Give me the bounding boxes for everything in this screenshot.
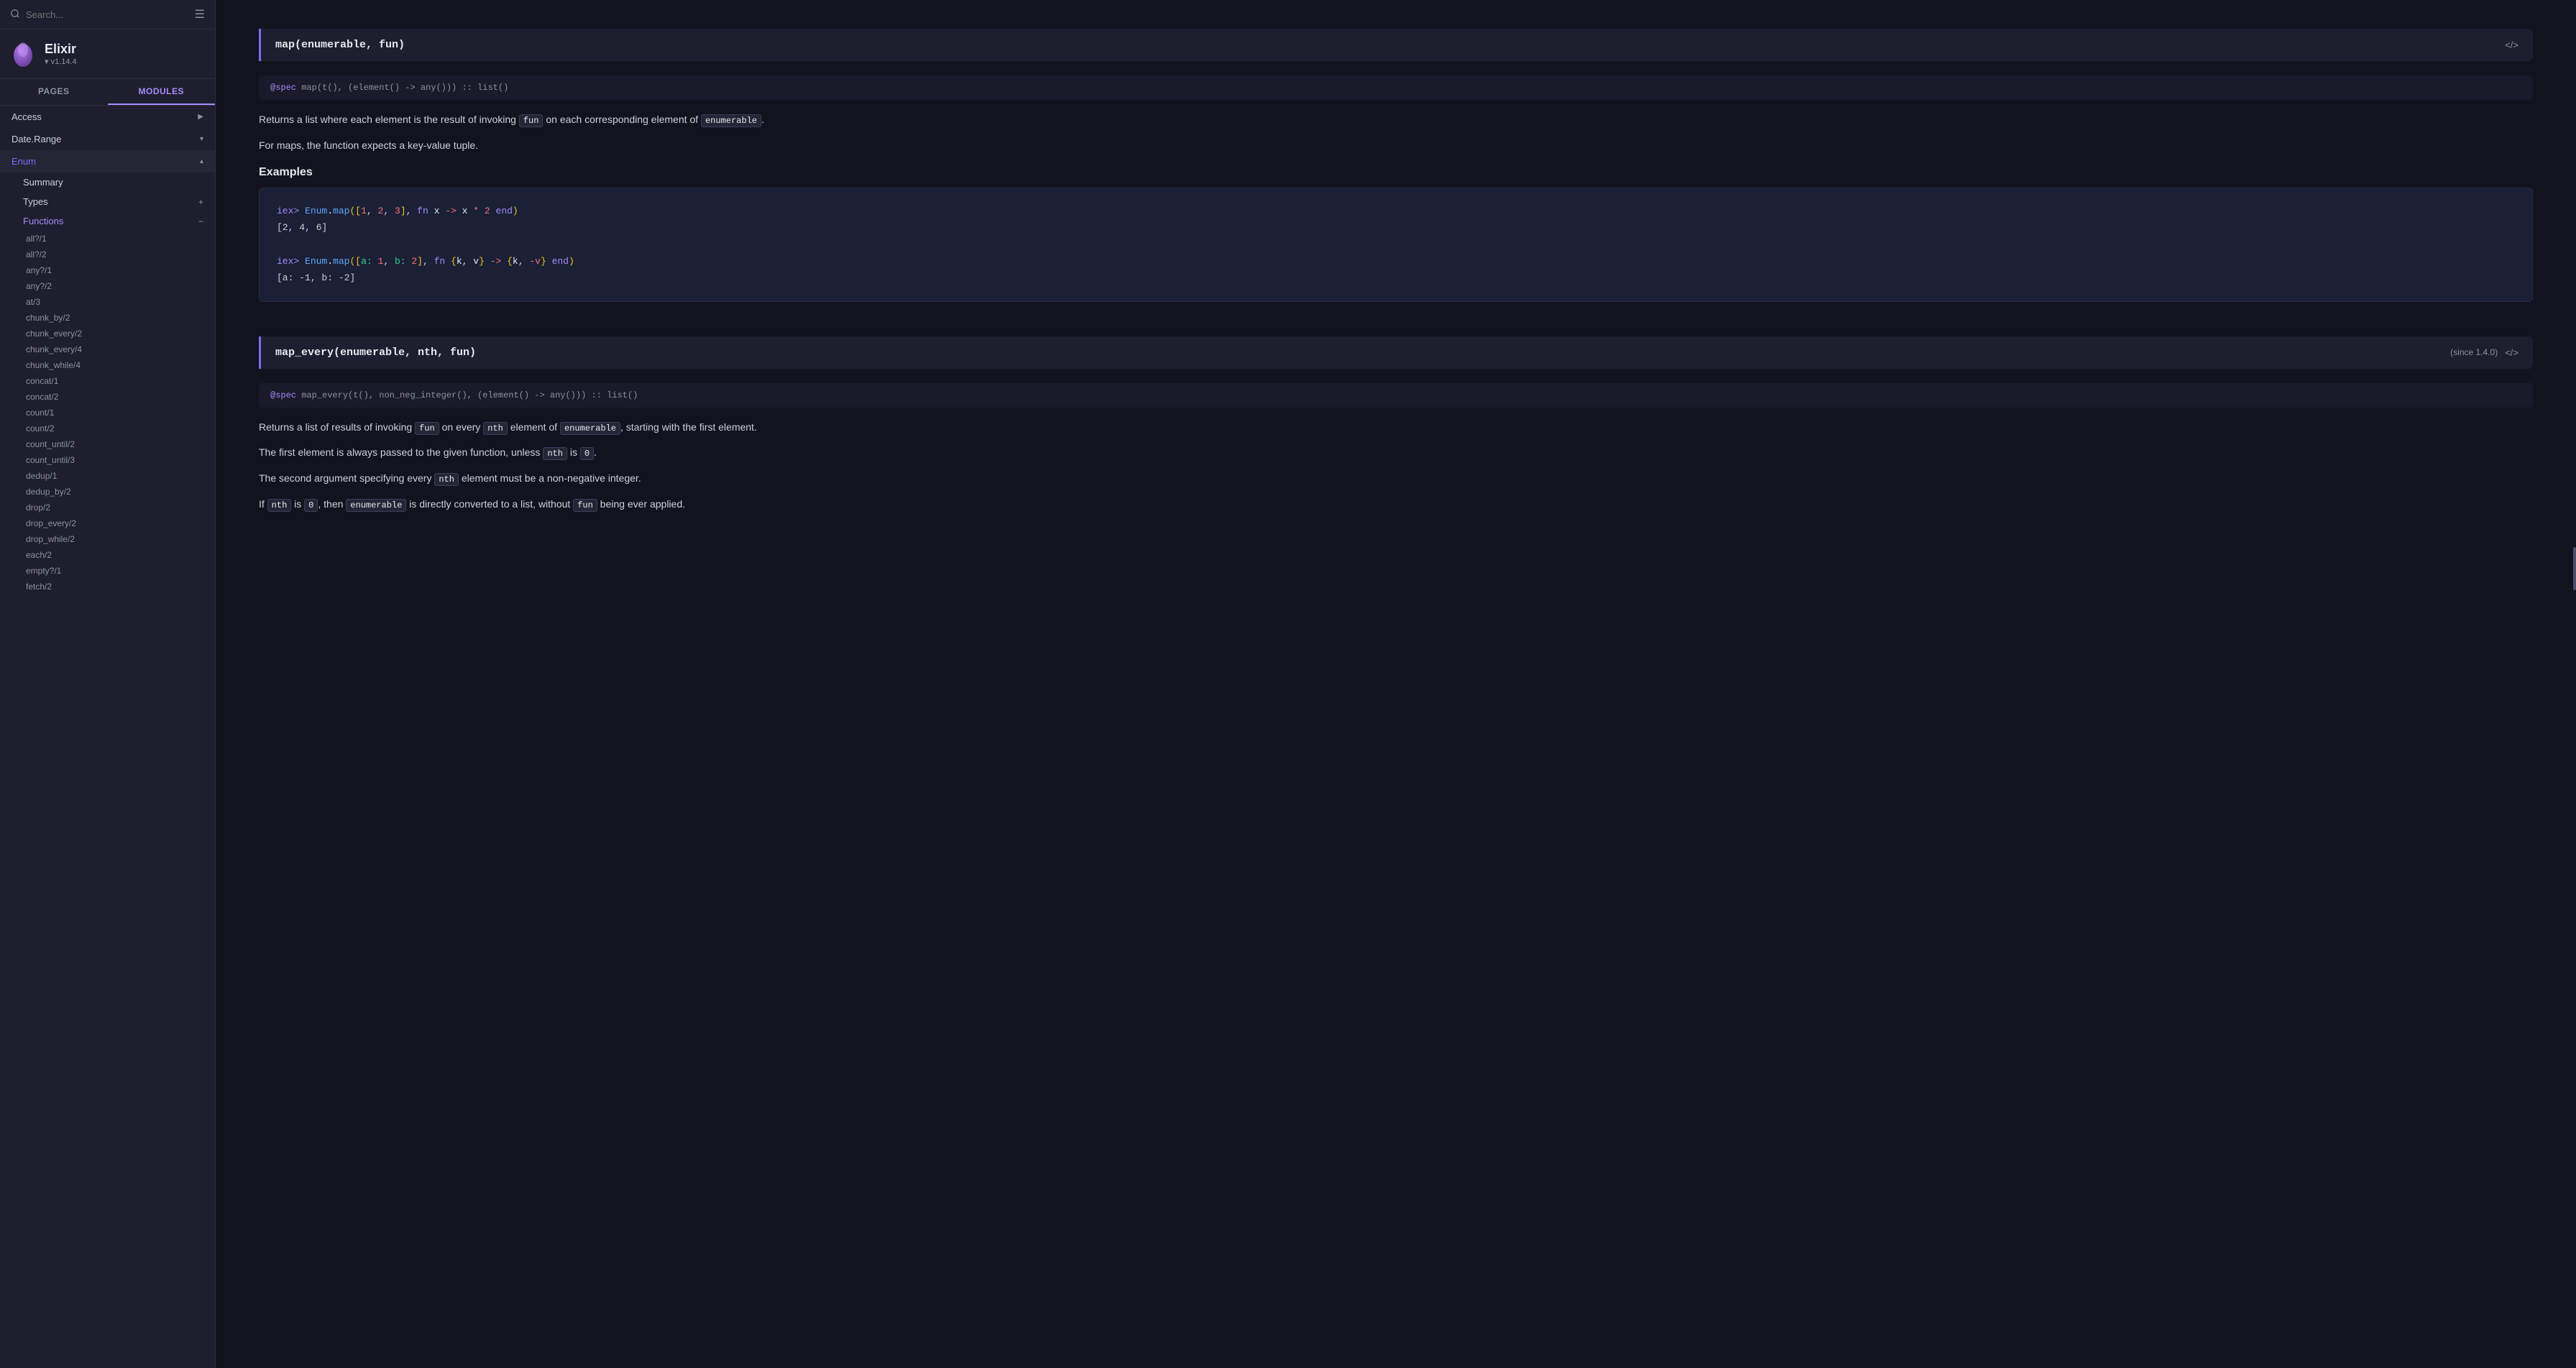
fn-item-empty1[interactable]: empty?/1 — [0, 563, 215, 579]
spec-map-every: @spec map_every(t(), non_neg_integer(), … — [259, 383, 2533, 408]
minus-icon: − — [198, 216, 203, 226]
fn-item-concat1[interactable]: concat/1 — [0, 373, 215, 389]
hamburger-icon[interactable]: ☰ — [195, 7, 205, 22]
map-description: Returns a list where each element is the… — [259, 111, 2533, 129]
fn-item-concat2[interactable]: concat/2 — [0, 389, 215, 405]
fn-item-chunk-by2[interactable]: chunk_by/2 — [0, 310, 215, 326]
spec-map: @spec map(t(), (element() -> any())) :: … — [259, 75, 2533, 100]
fn-item-dedup1[interactable]: dedup/1 — [0, 468, 215, 484]
fn-item-at3[interactable]: at/3 — [0, 294, 215, 310]
sub-nav-summary[interactable]: Summary — [6, 173, 215, 192]
sidebar: ☰ Elixir ▾ v1.14.4 PAGES MODULES Access … — [0, 0, 216, 1368]
since-label-map-every: (since 1.4.0) — [2450, 347, 2498, 357]
scrollbar-thumb[interactable] — [2573, 547, 2576, 590]
function-meta-map: </> — [2505, 40, 2518, 50]
fn-item-any2[interactable]: any?/2 — [0, 278, 215, 294]
fn-item-all1[interactable]: all?/1 — [0, 231, 215, 247]
nav-tabs: PAGES MODULES — [0, 79, 215, 106]
code-result-1: [2, 4, 6] — [277, 219, 2515, 236]
fn-item-chunk-while4[interactable]: chunk_while/4 — [0, 357, 215, 373]
fn-item-drop2[interactable]: drop/2 — [0, 500, 215, 515]
chevron-down-icon: ▾ — [200, 135, 203, 143]
function-header-map-every: map_every(enumerable, nth, fun) (since 1… — [259, 336, 2533, 369]
fn-item-any1[interactable]: any?/1 — [0, 262, 215, 278]
function-header-map: map(enumerable, fun) </> — [259, 29, 2533, 61]
sub-nav-types[interactable]: Types + — [6, 192, 215, 211]
search-icon — [10, 9, 20, 21]
sidebar-item-access[interactable]: Access ▶ — [0, 106, 215, 128]
brand-section: Elixir ▾ v1.14.4 — [0, 29, 215, 79]
sidebar-nav: Access ▶ Date.Range ▾ Enum ▴ Summary Typ… — [0, 106, 215, 1368]
code-result-2: [a: -1, b: -2] — [277, 270, 2515, 286]
function-signature-map: map(enumerable, fun) — [275, 39, 405, 51]
sidebar-item-enum[interactable]: Enum ▴ — [0, 150, 215, 173]
fn-item-count1[interactable]: count/1 — [0, 405, 215, 421]
fn-item-count-until3[interactable]: count_until/3 — [0, 452, 215, 468]
fn-item-chunk-every2[interactable]: chunk_every/2 — [0, 326, 215, 341]
main-content: map(enumerable, fun) </> @spec map(t(), … — [216, 0, 2576, 1368]
tab-pages[interactable]: PAGES — [0, 79, 108, 105]
fn-item-dedup-by2[interactable]: dedup_by/2 — [0, 484, 215, 500]
search-input[interactable] — [26, 9, 189, 20]
chevron-up-icon: ▴ — [200, 157, 203, 165]
code-block-map-examples: iex> Enum.map([1, 2, 3], fn x -> x * 2 e… — [259, 188, 2533, 302]
code-line-1: iex> Enum.map([1, 2, 3], fn x -> x * 2 e… — [277, 203, 2515, 219]
map-maps-note: For maps, the function expects a key-val… — [259, 137, 2533, 155]
code-line-2: iex> Enum.map([a: 1, b: 2], fn {k, v} ->… — [277, 253, 2515, 270]
fn-item-drop-every2[interactable]: drop_every/2 — [0, 515, 215, 531]
brand-version: ▾ v1.14.4 — [45, 57, 77, 66]
source-link-map[interactable]: </> — [2505, 40, 2518, 50]
function-block-map-every: map_every(enumerable, nth, fun) (since 1… — [259, 336, 2533, 513]
sidebar-item-daterange[interactable]: Date.Range ▾ — [0, 128, 215, 150]
fn-item-count-until2[interactable]: count_until/2 — [0, 436, 215, 452]
source-link-map-every[interactable]: </> — [2505, 347, 2518, 358]
plus-icon: + — [198, 197, 203, 207]
brand-name: Elixir — [45, 42, 77, 57]
elixir-logo — [10, 41, 36, 67]
fn-item-all2[interactable]: all?/2 — [0, 247, 215, 262]
map-every-desc4: If nth is 0, then enumerable is directly… — [259, 496, 2533, 513]
examples-title-map: Examples — [259, 166, 2533, 179]
sub-nav-functions[interactable]: Functions − — [6, 211, 215, 231]
fn-item-fetch2[interactable]: fetch/2 — [0, 579, 215, 595]
enum-sub-items: Summary Types + Functions − — [0, 173, 215, 231]
chevron-right-icon: ▶ — [198, 113, 203, 121]
map-every-desc3: The second argument specifying every nth… — [259, 470, 2533, 487]
function-block-map: map(enumerable, fun) </> @spec map(t(), … — [259, 29, 2533, 302]
fn-item-chunk-every4[interactable]: chunk_every/4 — [0, 341, 215, 357]
map-every-desc2: The first element is always passed to th… — [259, 444, 2533, 462]
function-list: all?/1 all?/2 any?/1 any?/2 at/3 chunk_b… — [0, 231, 215, 595]
fn-item-drop-while2[interactable]: drop_while/2 — [0, 531, 215, 547]
function-meta-map-every: (since 1.4.0) </> — [2450, 347, 2518, 358]
fn-item-each2[interactable]: each/2 — [0, 547, 215, 563]
fn-item-count2[interactable]: count/2 — [0, 421, 215, 436]
tab-modules[interactable]: MODULES — [108, 79, 216, 105]
search-bar: ☰ — [0, 0, 215, 29]
map-every-desc1: Returns a list of results of invoking fu… — [259, 419, 2533, 436]
function-signature-map-every: map_every(enumerable, nth, fun) — [275, 346, 476, 359]
